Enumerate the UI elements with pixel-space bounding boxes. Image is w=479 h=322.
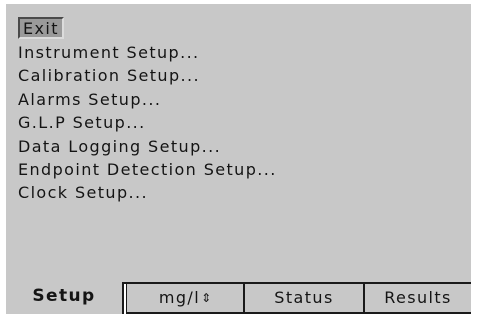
setup-menu: Exit Instrument Setup... Calibration Set…: [18, 17, 277, 205]
tab-bar: Setup mg/l⇕ Status Results: [6, 282, 471, 316]
menu-item-data-logging-setup[interactable]: Data Logging Setup...: [18, 135, 277, 158]
tab-units[interactable]: mg/l⇕: [126, 284, 244, 314]
menu-item-clock-setup[interactable]: Clock Setup...: [18, 181, 277, 204]
tab-results-label: Results: [384, 288, 452, 307]
meter-display: Exit Instrument Setup... Calibration Set…: [0, 0, 479, 322]
lcd-panel: Exit Instrument Setup... Calibration Set…: [6, 4, 471, 282]
menu-item-alarms-setup[interactable]: Alarms Setup...: [18, 88, 277, 111]
menu-item-calibration-setup[interactable]: Calibration Setup...: [18, 64, 277, 87]
tab-status[interactable]: Status: [244, 284, 364, 314]
menu-item-instrument-setup[interactable]: Instrument Setup...: [18, 41, 277, 64]
tab-units-label: mg/l: [158, 288, 201, 307]
exit-button[interactable]: Exit: [18, 17, 64, 39]
tab-setup[interactable]: Setup: [6, 282, 124, 314]
menu-item-endpoint-detection-setup[interactable]: Endpoint Detection Setup...: [18, 158, 277, 181]
tab-results[interactable]: Results: [364, 284, 471, 314]
menu-item-glp-setup[interactable]: G.L.P Setup...: [18, 111, 277, 134]
tab-status-label: Status: [274, 288, 334, 307]
up-down-arrows-icon: ⇕: [201, 291, 212, 305]
tab-setup-label: Setup: [32, 286, 96, 306]
